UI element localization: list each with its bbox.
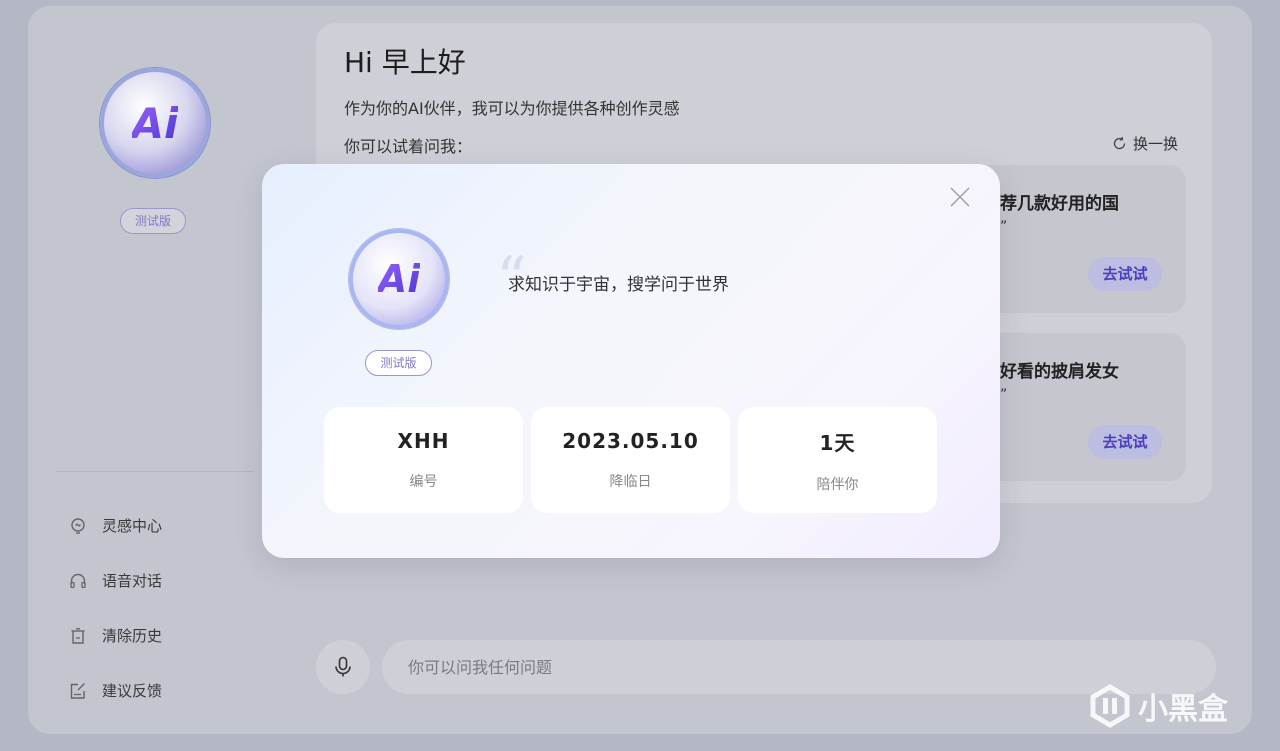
beta-badge: 测试版 [365,350,432,376]
stat-card-birthday: 2023.05.10 降临日 [531,407,730,513]
motto-text: 求知识于宇宙，搜学问于世界 [508,275,729,295]
headphones-icon [68,571,88,591]
close-icon [950,187,970,207]
refresh-label: 换一换 [1132,135,1178,153]
sidebar-item-label: 建议反馈 [102,682,163,700]
microphone-button[interactable] [316,640,370,694]
greeting-title: Hi 早上好 [344,46,466,79]
suggestion-quote: ” [1000,219,1008,235]
sidebar-item-label: 清除历史 [102,627,163,645]
xiaoheihe-logo-icon [1090,684,1130,728]
try-it-button[interactable]: 去试试 [1088,257,1162,291]
sidebar-item-voice-chat[interactable]: 语音对话 [68,553,162,608]
ai-logo: Ai [100,68,210,178]
ai-logo: Ai [349,229,449,329]
sidebar-item-inspiration[interactable]: 灵感中心 [68,498,162,553]
trash-icon [68,626,88,646]
try-it-button[interactable]: 去试试 [1088,425,1162,459]
stat-label: 降临日 [609,474,652,490]
greeting-subtitle: 作为你的AI伙伴，我可以为你提供各种创作灵感 [344,99,680,118]
suggestion-text: 荐几款好用的国 [1000,194,1119,214]
sidebar-divider [56,471,254,472]
beta-badge: 测试版 [120,208,186,234]
logo-text: Ai [131,98,179,148]
stat-value: 2023.05.10 [562,429,699,453]
stat-card-days: 1天 陪伴你 [738,407,937,513]
watermark-text: 小黑盒 [1138,692,1228,727]
feedback-icon [68,681,88,701]
logo-text: Ai [377,257,421,301]
sidebar-item-label: 语音对话 [102,572,163,590]
suggestion-quote: ” [1000,387,1008,403]
sidebar: Ai 测试版 灵感中心 语音对话 清除历史 建议反馈 [28,6,258,734]
sidebar-item-feedback[interactable]: 建议反馈 [68,663,162,718]
ai-profile-dialog: Ai 测试版 “ 求知识于宇宙，搜学问于世界 XHH 编号 2023.05.10… [262,164,1000,558]
watermark: 小黑盒 [1088,684,1228,728]
sidebar-item-label: 灵感中心 [102,517,163,535]
stat-label: 陪伴你 [816,476,859,493]
stat-card-id: XHH 编号 [324,407,523,513]
stat-value: 1天 [819,430,856,455]
stats-row: XHH 编号 2023.05.10 降临日 1天 陪伴你 [324,407,937,513]
close-button[interactable] [948,186,972,210]
bulb-icon [68,516,88,536]
try-asking-label: 你可以试着问我： [344,137,473,156]
stat-value: XHH [397,429,450,453]
refresh-icon [1113,136,1126,150]
refresh-suggestions-button[interactable]: 换一换 [1112,133,1178,154]
sidebar-item-clear-history[interactable]: 清除历史 [68,608,162,663]
microphone-icon [335,656,351,677]
suggestion-text: 好看的披肩发女 [1000,362,1119,382]
sidebar-menu: 灵感中心 语音对话 清除历史 建议反馈 [68,498,162,718]
stat-label: 编号 [409,474,438,490]
